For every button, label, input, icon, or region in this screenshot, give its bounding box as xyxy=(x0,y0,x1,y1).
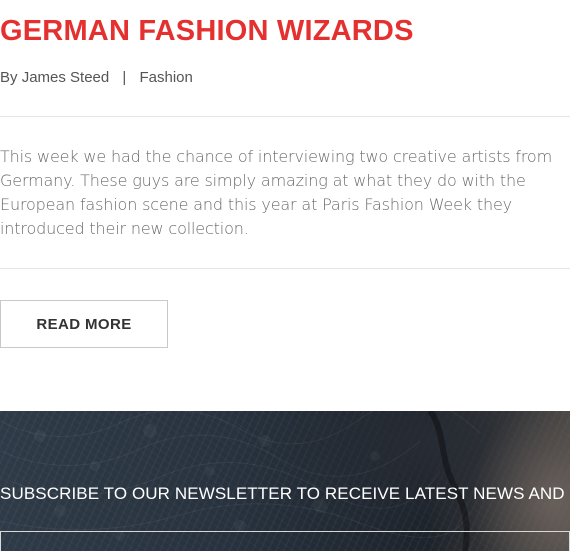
lace-background-image xyxy=(0,411,481,551)
top-divider xyxy=(0,116,570,117)
blog-post-page: GERMAN FASHION WIZARDS By James Steed | … xyxy=(0,0,570,551)
post-excerpt: This week we had the chance of interview… xyxy=(0,147,553,238)
meta-by-prefix: By xyxy=(0,69,18,86)
category-link[interactable]: Fashion xyxy=(139,69,192,86)
read-more-button[interactable]: READ MORE xyxy=(0,300,168,348)
newsletter-heading: SUBSCRIBE TO OUR NEWSLETTER TO RECEIVE L… xyxy=(0,484,570,503)
meta-separator: | xyxy=(122,69,127,86)
post-title[interactable]: GERMAN FASHION WIZARDS xyxy=(0,13,414,49)
bottom-divider xyxy=(0,268,570,269)
newsletter-section: SUBSCRIBE TO OUR NEWSLETTER TO RECEIVE L… xyxy=(0,411,570,551)
post-meta: By James Steed | Fashion xyxy=(0,68,193,88)
newsletter-email-input[interactable] xyxy=(0,531,570,551)
author-link[interactable]: James Steed xyxy=(22,69,110,86)
